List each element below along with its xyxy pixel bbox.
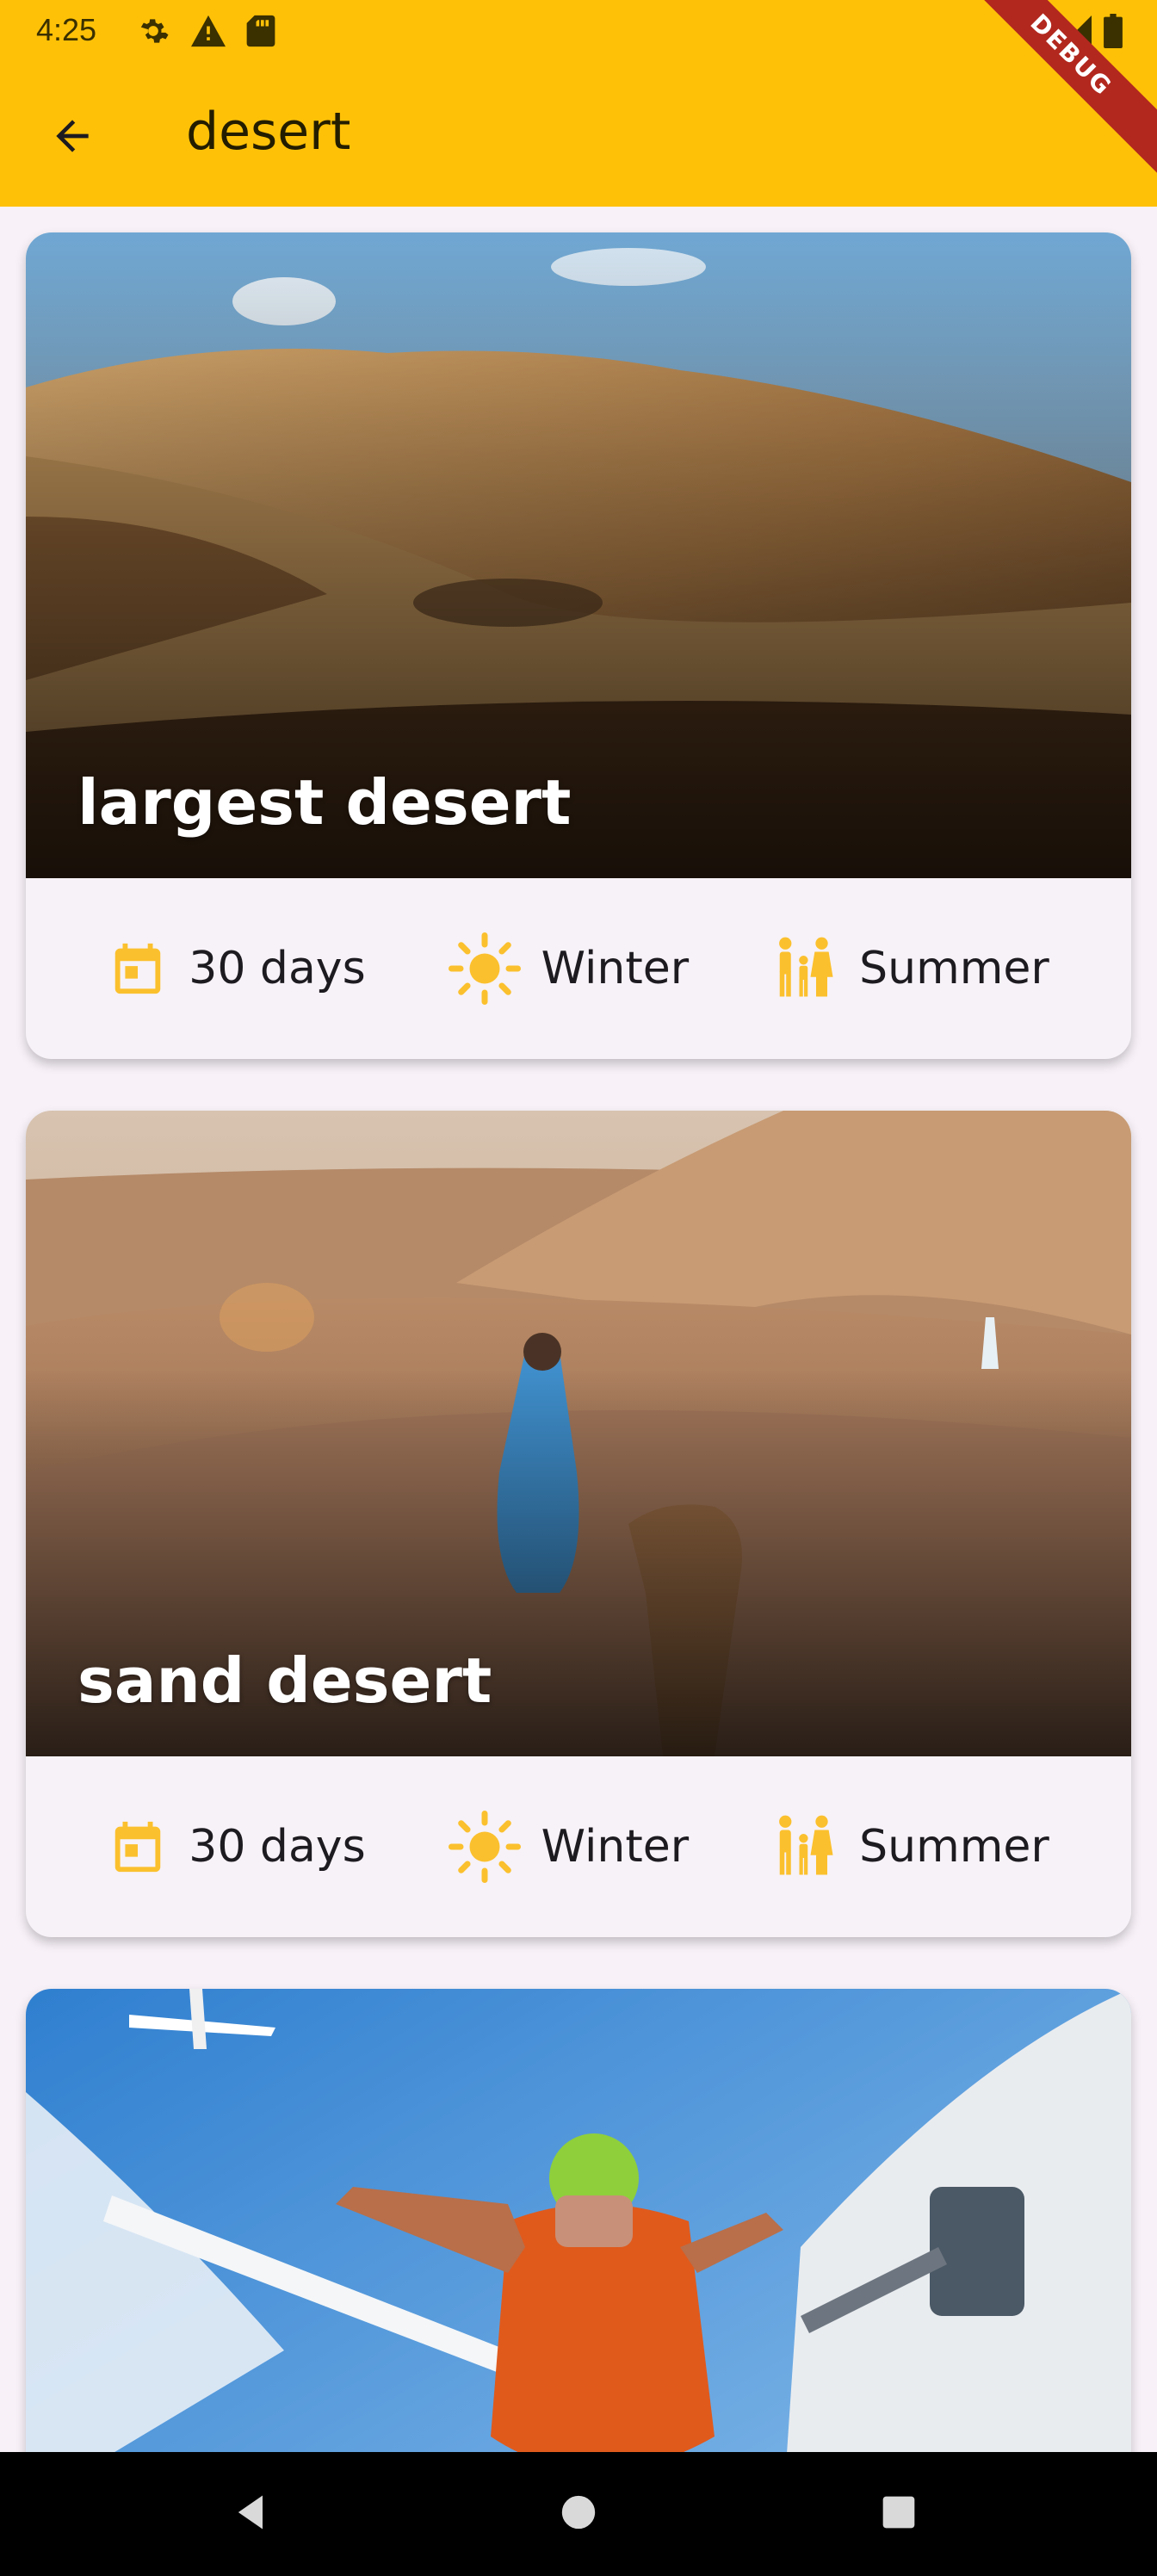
page-title: desert xyxy=(186,102,351,162)
card-image-skydiving xyxy=(26,1989,1131,2505)
info-duration: 30 days xyxy=(108,937,366,1000)
info-label: Winter xyxy=(541,1821,690,1873)
debug-banner: DEBUG xyxy=(945,0,1157,181)
recents-square-icon xyxy=(880,2493,918,2536)
sun-icon xyxy=(448,932,521,1005)
nav-back-button[interactable] xyxy=(220,2483,282,2545)
card-title: sand desert xyxy=(77,1644,492,1717)
calendar-icon xyxy=(108,1815,168,1879)
card-image-desert-camel: sand desert xyxy=(26,1111,1131,1756)
destination-card[interactable]: sand desert 30 days Winter Summer xyxy=(26,1111,1131,1937)
card-info-row: 30 days Winter Summer xyxy=(26,878,1131,1059)
info-audience: Summer xyxy=(771,935,1049,1002)
card-image-desert-dunes: largest desert xyxy=(26,232,1131,878)
warning-icon xyxy=(189,14,227,53)
home-circle-icon xyxy=(559,2492,598,2536)
back-button[interactable] xyxy=(38,103,107,172)
app-bar: 4:25 desert DEBUG xyxy=(0,0,1157,207)
sun-icon xyxy=(448,1811,521,1883)
destination-card[interactable] xyxy=(26,1989,1131,2505)
card-info-row: 30 days Winter Summer xyxy=(26,1756,1131,1937)
back-triangle-icon xyxy=(229,2490,274,2539)
info-season: Winter xyxy=(448,1811,690,1883)
calendar-icon xyxy=(108,937,168,1000)
family-icon xyxy=(771,935,838,1002)
info-duration: 30 days xyxy=(108,1815,366,1879)
sd-card-icon xyxy=(246,14,275,53)
destination-card[interactable]: largest desert 30 days Winter Summer xyxy=(26,232,1131,1059)
battery-icon xyxy=(1104,14,1123,53)
family-icon xyxy=(771,1813,838,1880)
nav-home-button[interactable] xyxy=(548,2483,609,2545)
info-label: 30 days xyxy=(189,943,366,994)
info-season: Winter xyxy=(448,932,690,1005)
info-label: 30 days xyxy=(189,1821,366,1873)
status-icons-left xyxy=(136,14,275,53)
gear-icon xyxy=(136,14,170,53)
info-label: Summer xyxy=(859,943,1049,994)
info-label: Winter xyxy=(541,943,690,994)
arrow-left-icon xyxy=(48,112,96,164)
card-title: largest desert xyxy=(77,766,572,839)
status-time: 4:25 xyxy=(36,12,97,47)
info-audience: Summer xyxy=(771,1813,1049,1880)
system-nav-bar xyxy=(0,2452,1157,2576)
nav-recents-button[interactable] xyxy=(868,2483,930,2545)
info-label: Summer xyxy=(859,1821,1049,1873)
